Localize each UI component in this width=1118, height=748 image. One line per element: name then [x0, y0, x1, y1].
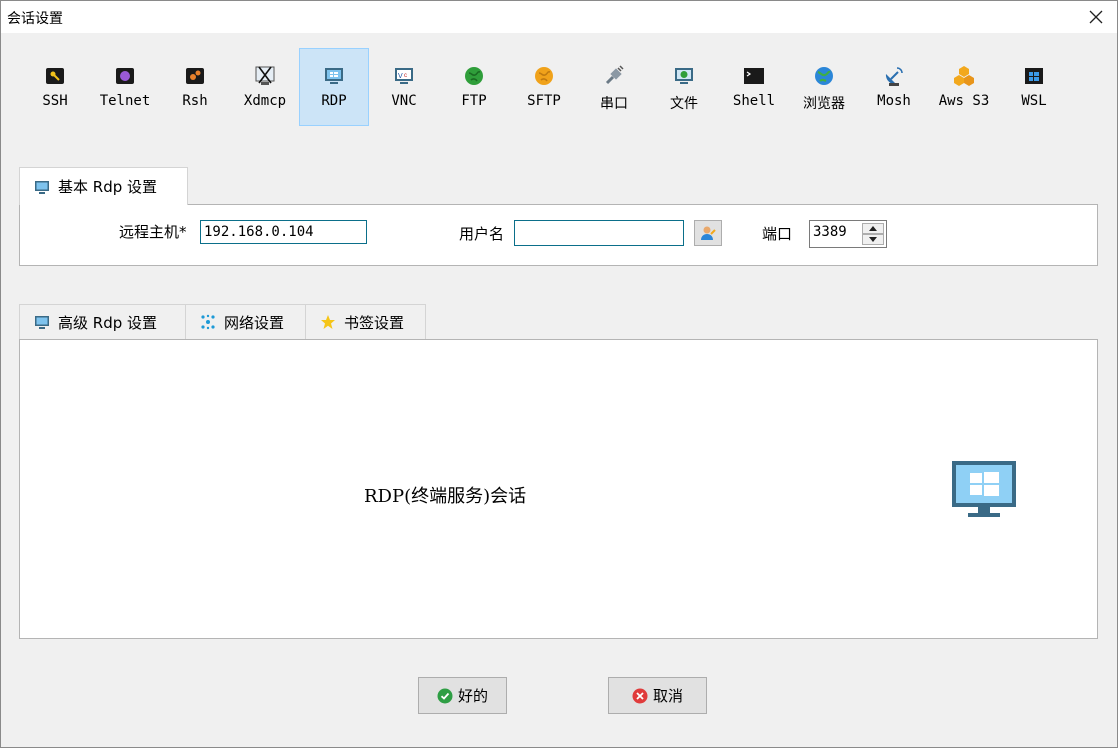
advanced-settings-panel: [19, 339, 1098, 639]
session-type-ssh[interactable]: SSH: [20, 48, 90, 126]
close-button[interactable]: [1079, 3, 1113, 31]
session-description: RDP(终端服务)会话: [364, 486, 527, 507]
title-bar: 会话设置: [1, 1, 1117, 33]
tab-basic-rdp-settings[interactable]: 基本 Rdp 设置: [19, 167, 188, 205]
cancel-icon: [632, 688, 648, 704]
port-decrement-button[interactable]: [862, 234, 884, 245]
basic-settings-panel: 远程主机* 用户名 端口 3389: [19, 204, 1098, 266]
monitor-icon: [34, 179, 50, 195]
cancel-label: 取消: [652, 687, 683, 705]
session-type-label: 浏览器: [803, 96, 845, 112]
check-icon: [437, 688, 453, 704]
monitor-icon: [34, 314, 50, 330]
session-type-serial[interactable]: 串口: [579, 48, 649, 126]
telnet-icon: [114, 65, 136, 87]
close-icon: [1089, 10, 1103, 24]
user-picker-button[interactable]: [694, 220, 722, 246]
session-type-label: SSH: [42, 93, 68, 109]
username-label: 用户名: [459, 225, 505, 243]
remote-host-input[interactable]: [200, 220, 367, 244]
remote-host-label: 远程主机*: [119, 223, 187, 241]
session-type-label: Xdmcp: [243, 93, 287, 109]
session-type-shell[interactable]: Shell: [719, 48, 789, 126]
aws-cubes-icon: [953, 65, 975, 87]
username-input[interactable]: [514, 220, 684, 246]
tab-label: 高级 Rdp 设置: [58, 313, 158, 332]
key-icon: [44, 65, 66, 87]
session-type-label: Mosh: [877, 93, 911, 109]
tab-label: 书签设置: [344, 313, 405, 332]
windows-icon: [1023, 65, 1045, 87]
ftp-globe-icon: [463, 65, 485, 87]
svg-text:c: c: [404, 73, 407, 79]
cancel-button[interactable]: 取消: [608, 677, 707, 714]
star-icon: [320, 314, 336, 330]
ok-label: 好的: [457, 687, 488, 705]
serial-plug-icon: [603, 65, 625, 87]
port-increment-button[interactable]: [862, 223, 884, 234]
session-type-rsh[interactable]: Rsh: [160, 48, 230, 126]
window-title: 会话设置: [7, 11, 63, 27]
port-spinbox[interactable]: 3389: [809, 220, 887, 248]
port-label: 端口: [762, 225, 793, 243]
rdp-monitor-icon: [323, 65, 345, 87]
session-type-mosh[interactable]: Mosh: [859, 48, 929, 126]
file-monitor-icon: [673, 65, 695, 87]
session-type-label: VNC: [391, 93, 417, 109]
session-type-wsl[interactable]: WSL: [999, 48, 1069, 126]
network-icon: [200, 314, 216, 330]
session-type-label: FTP: [461, 93, 487, 109]
session-type-browser[interactable]: 浏览器: [789, 48, 859, 126]
session-type-sftp[interactable]: SFTP: [509, 48, 579, 126]
tab-label: 基本 Rdp 设置: [58, 178, 158, 196]
arrow-down-icon: [869, 237, 877, 242]
session-type-label: Rsh: [182, 93, 208, 109]
rdp-large-monitor-icon: [952, 461, 1016, 517]
browser-globe-icon: [813, 65, 835, 87]
session-type-label: SFTP: [527, 93, 561, 109]
session-type-label: 文件: [670, 96, 698, 112]
svg-text:V: V: [398, 73, 403, 80]
session-type-aws-s3[interactable]: Aws S3: [929, 48, 999, 126]
session-type-file[interactable]: 文件: [649, 48, 719, 126]
session-type-label: Aws S3: [938, 93, 990, 109]
session-type-vnc[interactable]: Vc VNC: [369, 48, 439, 126]
xdmcp-icon: [254, 65, 276, 87]
session-type-rdp[interactable]: RDP: [299, 48, 369, 126]
session-type-label: Telnet: [99, 93, 151, 109]
satellite-icon: [883, 65, 905, 87]
tab-network-settings[interactable]: 网络设置: [185, 304, 306, 340]
terminal-icon: [743, 65, 765, 87]
tab-bookmark-settings[interactable]: 书签设置: [305, 304, 426, 340]
session-type-ftp[interactable]: FTP: [439, 48, 509, 126]
arrow-up-icon: [869, 226, 877, 231]
session-type-label: WSL: [1021, 93, 1047, 109]
user-icon: [701, 226, 716, 240]
session-type-label: RDP: [321, 93, 347, 109]
session-type-telnet[interactable]: Telnet: [90, 48, 160, 126]
session-type-label: Shell: [732, 93, 776, 109]
tab-advanced-rdp-settings[interactable]: 高级 Rdp 设置: [19, 304, 186, 340]
port-value[interactable]: 3389: [813, 224, 847, 240]
ok-button[interactable]: 好的: [418, 677, 507, 714]
session-type-label: 串口: [600, 96, 628, 112]
sftp-globe-icon: [533, 65, 555, 87]
tab-label: 网络设置: [224, 313, 285, 332]
rsh-icon: [184, 65, 206, 87]
session-type-xdmcp[interactable]: Xdmcp: [230, 48, 300, 126]
vnc-icon: Vc: [393, 65, 415, 87]
